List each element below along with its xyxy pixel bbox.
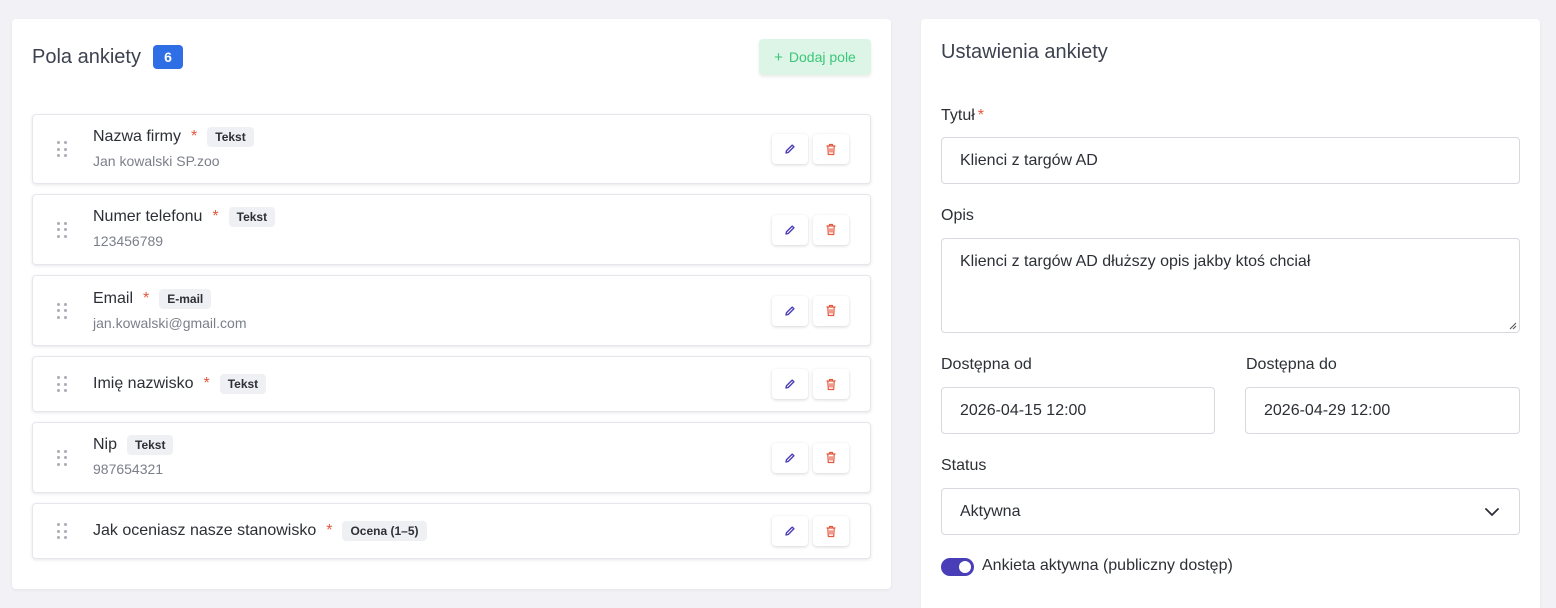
available-to-input[interactable]: 2026-04-29 12:00 <box>1245 387 1520 434</box>
required-marker: * <box>203 375 210 392</box>
drag-handle-icon[interactable] <box>57 221 67 238</box>
title-input-value: Klienci z targów AD <box>960 151 1098 169</box>
field-type-badge: E-mail <box>159 289 212 309</box>
field-name: Nip <box>93 436 118 453</box>
settings-panel: Ustawienia ankiety Tytuł * Klienci z targ… <box>921 19 1540 608</box>
field-row[interactable]: Nazwa firmy * Tekst Jan kowalski SP.zoo <box>32 114 871 184</box>
field-info: Email * E-mail jan.kowalski@gmail.com <box>93 287 246 331</box>
field-sample-value: 987654321 <box>93 461 164 477</box>
pencil-icon <box>785 526 795 536</box>
required-marker: * <box>326 522 333 539</box>
active-toggle[interactable] <box>941 558 974 576</box>
trash-icon <box>826 451 836 464</box>
pencil-icon <box>785 379 795 389</box>
pencil-icon <box>785 452 795 463</box>
title-label: Tytuł * <box>941 107 984 125</box>
field-sample-value: Jan kowalski SP.zoo <box>93 153 220 169</box>
trash-icon <box>826 223 836 236</box>
required-marker: * <box>977 107 985 124</box>
field-name: Nazwa firmy <box>93 128 182 145</box>
delete-field-button[interactable] <box>813 295 849 326</box>
field-sample-value: 123456789 <box>93 233 164 249</box>
field-name: Imię nazwisko <box>93 375 194 392</box>
edit-field-button[interactable] <box>772 442 808 473</box>
required-marker: * <box>143 290 150 307</box>
plus-icon: + <box>774 48 783 66</box>
edit-field-button[interactable] <box>772 295 808 326</box>
chevron-down-icon <box>1485 507 1499 516</box>
trash-icon <box>826 525 836 537</box>
delete-field-button[interactable] <box>813 369 849 399</box>
trash-icon <box>826 304 836 317</box>
field-type-badge: Ocena (1–5) <box>342 521 427 541</box>
field-row[interactable]: Jak oceniasz nasze stanowisko * Ocena (1… <box>32 503 871 559</box>
available-from-value: 2026-04-15 12:00 <box>960 401 1087 419</box>
field-type-badge: Tekst <box>228 207 276 227</box>
drag-handle-icon[interactable] <box>57 141 67 157</box>
delete-field-button[interactable] <box>813 516 849 546</box>
required-marker: * <box>212 208 219 225</box>
field-name: Email <box>93 290 134 307</box>
field-name: Numer telefonu <box>93 208 203 225</box>
title-label-text: Tytuł <box>941 107 975 124</box>
drag-handle-icon[interactable] <box>57 302 67 319</box>
settings-panel-title: Ustawienia ankiety <box>941 41 1108 63</box>
delete-field-button[interactable] <box>813 134 849 164</box>
pencil-icon <box>785 305 795 316</box>
pencil-icon <box>785 144 795 154</box>
field-sample-value: jan.kowalski@gmail.com <box>93 315 247 331</box>
drag-handle-icon[interactable] <box>57 449 67 466</box>
resize-grip-icon[interactable] <box>1508 321 1517 330</box>
status-label: Status <box>941 457 987 474</box>
fields-panel-title: Pola ankiety <box>32 45 141 68</box>
field-info: Nip Tekst 987654321 <box>93 433 174 477</box>
trash-icon <box>826 378 836 390</box>
drag-handle-icon[interactable] <box>57 523 67 539</box>
field-type-badge: Tekst <box>127 435 174 455</box>
field-name: Jak oceniasz nasze stanowisko <box>93 522 317 539</box>
field-row[interactable]: Imię nazwisko * Tekst <box>32 356 871 412</box>
field-count-badge: 6 <box>152 45 183 69</box>
field-type-badge: Tekst <box>219 374 267 394</box>
fields-panel-header: Pola ankiety 6 <box>32 45 183 69</box>
delete-field-button[interactable] <box>813 214 849 245</box>
trash-icon <box>826 143 836 155</box>
field-row[interactable]: Numer telefonu * Tekst 123456789 <box>32 194 871 265</box>
available-from-input[interactable]: 2026-04-15 12:00 <box>941 387 1215 434</box>
pencil-icon <box>785 224 795 235</box>
field-info: Imię nazwisko * Tekst <box>93 372 267 396</box>
edit-field-button[interactable] <box>772 134 808 164</box>
required-marker: * <box>191 128 198 145</box>
toggle-knob <box>959 561 971 573</box>
field-row[interactable]: Nip Tekst 987654321 <box>32 422 871 493</box>
description-label: Opis <box>941 207 974 224</box>
add-field-label: Dodaj pole <box>788 49 856 65</box>
title-input[interactable]: Klienci z targów AD <box>941 137 1520 184</box>
active-toggle-label: Ankieta aktywna (publiczny dostęp) <box>982 557 1233 574</box>
available-to-value: 2026-04-29 12:00 <box>1264 401 1391 419</box>
available-from-label: Dostępna od <box>941 356 1032 373</box>
add-field-button[interactable]: + Dodaj pole <box>759 39 871 75</box>
field-row[interactable]: Email * E-mail jan.kowalski@gmail.com <box>32 275 871 346</box>
edit-field-button[interactable] <box>772 516 808 546</box>
field-info: Jak oceniasz nasze stanowisko * Ocena (1… <box>93 519 427 543</box>
fields-panel: Pola ankiety 6 + Dodaj pole Nazwa firmy … <box>12 19 891 589</box>
field-type-badge: Tekst <box>207 127 254 147</box>
description-textarea[interactable]: Klienci z targów AD dłuższy opis jakby k… <box>941 238 1520 333</box>
drag-handle-icon[interactable] <box>57 376 67 392</box>
edit-field-button[interactable] <box>772 369 808 399</box>
edit-field-button[interactable] <box>772 214 808 245</box>
available-to-label: Dostępna do <box>1246 356 1337 373</box>
status-select[interactable]: Aktywna <box>941 488 1520 535</box>
status-select-value: Aktywna <box>960 502 1021 520</box>
description-value: Klienci z targów AD dłuższy opis jakby k… <box>960 253 1311 270</box>
field-info: Nazwa firmy * Tekst Jan kowalski SP.zoo <box>93 125 254 169</box>
delete-field-button[interactable] <box>813 442 849 473</box>
field-info: Numer telefonu * Tekst 123456789 <box>93 205 276 249</box>
